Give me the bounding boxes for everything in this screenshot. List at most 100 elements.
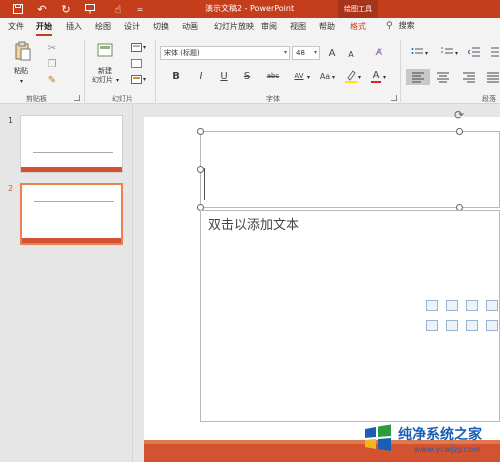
font-color-button[interactable]: A (370, 69, 382, 83)
italic-button[interactable]: I (195, 70, 207, 82)
watermark-url: www.ycwjzy.com (414, 445, 481, 454)
tab-review[interactable]: 审阅 (261, 21, 277, 32)
tab-file[interactable]: 文件 (8, 21, 24, 32)
clipboard-launcher-icon[interactable] (74, 95, 80, 101)
new-slide-dropdown-icon[interactable]: ▾ (116, 76, 119, 85)
thumbnail-title-line (33, 152, 113, 153)
tab-animations[interactable]: 动画 (182, 21, 198, 32)
search-icon: ⚲ (386, 20, 393, 31)
bullets-dropdown-icon[interactable]: ▾ (425, 49, 428, 58)
justify-icon[interactable] (487, 70, 499, 84)
watermark: 纯净系统之家 www.ycwjzy.com (360, 420, 500, 462)
customize-icon[interactable]: = (130, 1, 150, 17)
tab-slideshow[interactable]: 幻灯片放映 (214, 21, 254, 32)
slides-group-label: 幻灯片 (112, 95, 133, 103)
numbering-dropdown-icon[interactable]: ▾ (455, 49, 458, 58)
bullets-icon[interactable] (410, 46, 424, 58)
align-center-icon[interactable] (436, 70, 450, 84)
char-spacing-dropdown-icon[interactable]: ▾ (307, 73, 310, 82)
tab-view[interactable]: 视图 (290, 21, 306, 32)
insert-3d-model-icon[interactable] (486, 300, 498, 311)
tab-draw[interactable]: 绘图 (95, 21, 111, 32)
slide-thumbnail-panel: 1 2 (0, 104, 133, 462)
slide-thumbnail-2[interactable] (20, 183, 123, 245)
new-slide-label[interactable]: 新建 (98, 67, 112, 76)
tab-insert[interactable]: 插入 (66, 21, 82, 32)
new-slide-label-2[interactable]: 幻灯片 (92, 76, 113, 85)
group-divider (84, 40, 85, 102)
slide-number-1: 1 (8, 116, 14, 125)
font-color-dropdown-icon[interactable]: ▾ (383, 73, 386, 82)
font-name-dropdown-icon[interactable]: ▾ (284, 49, 287, 56)
slide-number-2: 2 (8, 184, 14, 193)
tab-design[interactable]: 设计 (124, 21, 140, 32)
change-case-button[interactable]: Aa (318, 70, 332, 82)
insert-smartart-icon[interactable] (466, 300, 478, 311)
font-name-field[interactable]: 宋体 (标题) ▾ (160, 46, 290, 60)
insert-chart-icon[interactable] (446, 300, 458, 311)
font-size-dropdown-icon[interactable]: ▾ (314, 49, 317, 56)
insert-table-icon[interactable] (426, 300, 438, 311)
touch-mode-icon[interactable]: ☝ (108, 1, 128, 17)
section-icon[interactable] (130, 74, 142, 84)
grow-font-button[interactable]: A (326, 46, 338, 60)
watermark-text: 纯净系统之家 (398, 427, 482, 443)
tab-transitions[interactable]: 切换 (153, 21, 169, 32)
paste-dropdown-icon[interactable]: ▾ (20, 77, 23, 86)
rotate-handle-icon[interactable]: ⟳ (454, 108, 464, 122)
insert-icons-icon[interactable] (486, 320, 498, 331)
insert-online-picture-icon[interactable] (446, 320, 458, 331)
decrease-indent-icon[interactable] (468, 46, 480, 58)
tab-format[interactable]: 格式 (350, 21, 366, 32)
section-dropdown-icon[interactable]: ▾ (143, 75, 146, 84)
align-right-icon[interactable] (462, 70, 476, 84)
reset-icon[interactable] (130, 58, 142, 68)
highlight-dropdown-icon[interactable]: ▾ (358, 73, 361, 82)
align-left-button[interactable] (406, 69, 430, 85)
font-name-value: 宋体 (标题) (164, 49, 200, 57)
thumbnail-footer-bar (21, 167, 122, 172)
highlight-icon[interactable] (345, 69, 357, 83)
resize-handle[interactable] (197, 128, 204, 135)
thumbnail-footer-bar (22, 238, 121, 243)
paste-label[interactable]: 粘贴 (14, 67, 28, 76)
redo-icon[interactable]: ↻ (56, 1, 76, 17)
ribbon-tabs: 文件 开始 插入 绘图 设计 切换 动画 幻灯片放映 审阅 视图 帮助 格式 ⚲… (0, 18, 500, 36)
format-painter-icon[interactable]: ✎ (46, 74, 58, 86)
increase-indent-icon[interactable] (487, 46, 499, 58)
search-box[interactable]: ⚲ 搜索 (386, 20, 415, 31)
font-launcher-icon[interactable] (391, 95, 397, 101)
font-size-field[interactable]: 48 ▾ (292, 46, 320, 60)
tab-home[interactable]: 开始 (36, 21, 52, 36)
clear-formatting-icon[interactable]: A̸ (372, 46, 386, 60)
paste-icon[interactable] (12, 40, 34, 62)
paragraph-group-label: 段落 (482, 95, 496, 103)
present-icon[interactable] (80, 1, 100, 17)
resize-handle[interactable] (197, 166, 204, 173)
bold-button[interactable]: B (170, 70, 182, 82)
undo-icon[interactable]: ↶ (32, 1, 52, 17)
insert-video-icon[interactable] (466, 320, 478, 331)
change-case-dropdown-icon[interactable]: ▾ (332, 73, 335, 82)
underline-button[interactable]: U (218, 70, 230, 82)
shrink-font-button[interactable]: A (346, 47, 356, 61)
font-color-glyph: A (372, 69, 380, 81)
font-group-label: 字体 (266, 95, 280, 103)
tab-help[interactable]: 帮助 (319, 21, 335, 32)
cut-icon[interactable]: ✂ (46, 42, 58, 54)
new-slide-icon[interactable] (96, 40, 116, 60)
numbering-icon[interactable] (440, 46, 454, 58)
layout-dropdown-icon[interactable]: ▾ (143, 43, 146, 52)
shadow-button[interactable]: abc (264, 70, 282, 82)
title-placeholder[interactable] (200, 131, 500, 208)
layout-icon[interactable] (130, 42, 142, 52)
title-bar: ↶ ↻ ☝ = 演示文稿2 - PowerPoint 绘图工具 (0, 0, 500, 18)
save-icon[interactable] (8, 1, 28, 17)
copy-icon[interactable]: ❐ (46, 58, 58, 70)
char-spacing-button[interactable]: AV (292, 70, 306, 82)
resize-handle[interactable] (456, 128, 463, 135)
font-size-value: 48 (296, 49, 305, 57)
slide-thumbnail-1[interactable] (20, 115, 123, 173)
strikethrough-button[interactable]: S (241, 70, 253, 82)
insert-picture-icon[interactable] (426, 320, 438, 331)
